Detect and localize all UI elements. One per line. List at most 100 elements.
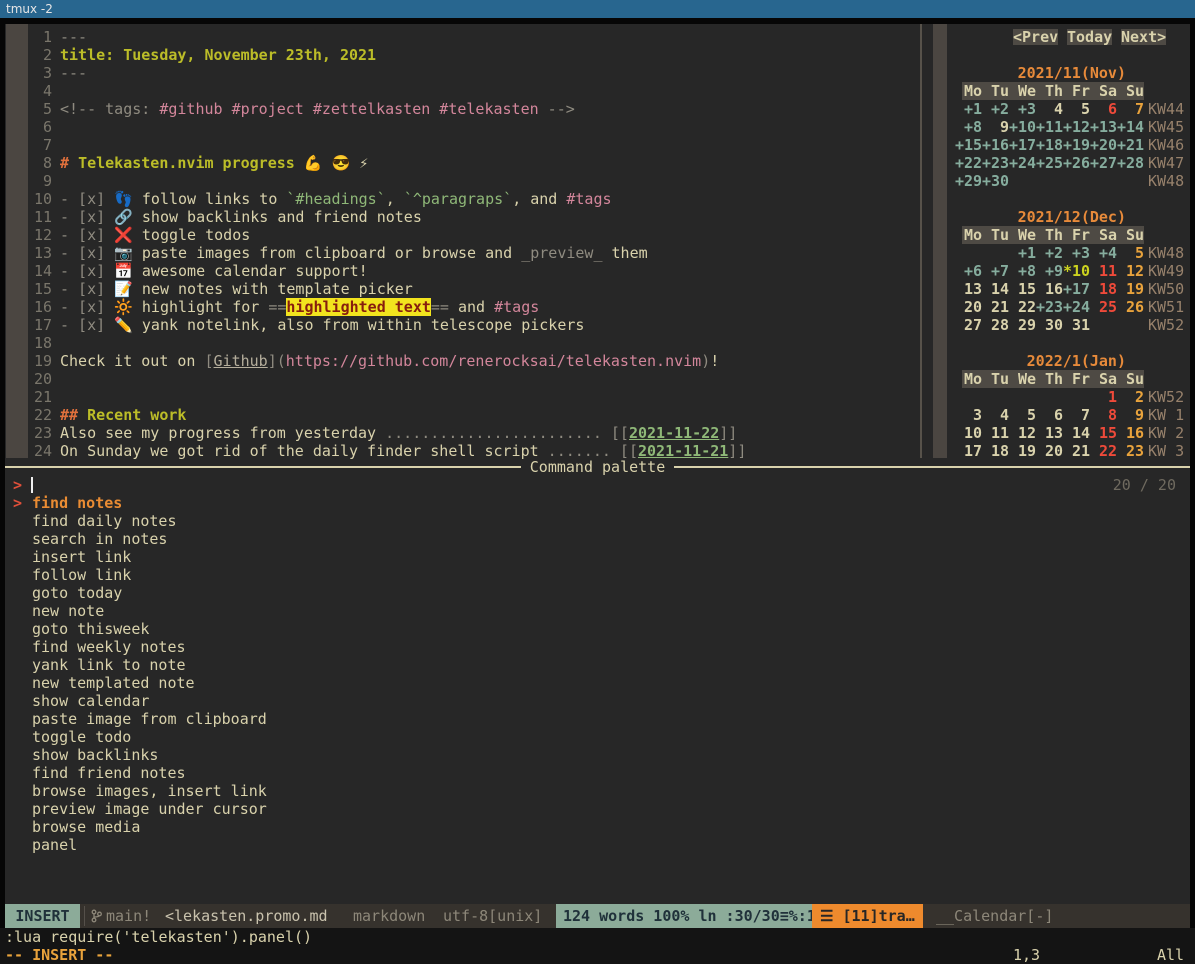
- calendar-day[interactable]: 12: [1009, 424, 1036, 442]
- calendar-day[interactable]: +3: [1063, 244, 1090, 262]
- calendar-day[interactable]: 26: [1117, 298, 1144, 316]
- git-branch[interactable]: main!: [91, 904, 151, 928]
- editor-pane[interactable]: 1---2title: Tuesday, November 23th, 2021…: [5, 28, 920, 460]
- editor-line[interactable]: 17- [x] ✏️ yank notelink, also from with…: [5, 316, 920, 334]
- editor-line[interactable]: 16- [x] 🔆 highlight for ==highlighted te…: [5, 298, 920, 316]
- calendar-day[interactable]: +17: [1009, 136, 1036, 154]
- calendar-day[interactable]: 18: [1090, 280, 1117, 298]
- calendar-day[interactable]: 31: [1063, 316, 1090, 334]
- editor-line[interactable]: 4: [5, 82, 920, 100]
- calendar-next-button[interactable]: Next>: [1121, 29, 1166, 45]
- calendar-day[interactable]: +1: [1009, 244, 1036, 262]
- palette-item[interactable]: preview image under cursor: [5, 800, 1190, 818]
- editor-line[interactable]: 1---: [5, 28, 920, 46]
- editor-line[interactable]: 7: [5, 136, 920, 154]
- editor-line[interactable]: 10- [x] 👣 follow links to `#headings`, `…: [5, 190, 920, 208]
- palette-item[interactable]: browse images, insert link: [5, 782, 1190, 800]
- editor-line[interactable]: 12- [x] ❌ toggle todos: [5, 226, 920, 244]
- calendar-day[interactable]: 30: [1036, 316, 1063, 334]
- calendar-day[interactable]: 14: [1063, 424, 1090, 442]
- calendar-day[interactable]: 4: [1036, 100, 1063, 118]
- calendar-day[interactable]: +29: [955, 172, 982, 190]
- calendar-day[interactable]: +24: [1063, 298, 1090, 316]
- editor-line[interactable]: 3---: [5, 64, 920, 82]
- calendar-day[interactable]: 15: [1009, 280, 1036, 298]
- editor-line[interactable]: 15- [x] 📝 new notes with template picker: [5, 280, 920, 298]
- editor-line[interactable]: 22## Recent work: [5, 406, 920, 424]
- calendar-day[interactable]: 27: [955, 316, 982, 334]
- palette-item[interactable]: show backlinks: [5, 746, 1190, 764]
- calendar-day[interactable]: 11: [1090, 262, 1117, 280]
- calendar-day[interactable]: 5: [1063, 100, 1090, 118]
- calendar-day[interactable]: 19: [1117, 280, 1144, 298]
- calendar-day[interactable]: +13: [1090, 118, 1117, 136]
- note-link[interactable]: https://github.com/renerocksai/telekaste…: [286, 352, 701, 370]
- calendar-day[interactable]: +20: [1090, 136, 1117, 154]
- palette-item[interactable]: find friend notes: [5, 764, 1190, 782]
- editor-line[interactable]: 2title: Tuesday, November 23th, 2021: [5, 46, 920, 64]
- calendar-day[interactable]: 16: [1117, 424, 1144, 442]
- calendar-day[interactable]: 11: [982, 424, 1009, 442]
- calendar-day[interactable]: +15: [955, 136, 982, 154]
- palette-item[interactable]: goto today: [5, 584, 1190, 602]
- calendar-day[interactable]: 7: [1117, 100, 1144, 118]
- calendar-day[interactable]: 13: [955, 280, 982, 298]
- palette-item[interactable]: new note: [5, 602, 1190, 620]
- calendar-day[interactable]: 10: [955, 424, 982, 442]
- calendar-day[interactable]: 13: [1036, 424, 1063, 442]
- tab-chip[interactable]: ☰ [11]tra…: [812, 904, 923, 928]
- calendar-day[interactable]: +14: [1117, 118, 1144, 136]
- window-separator[interactable]: [920, 24, 922, 458]
- calendar-day[interactable]: +12: [1063, 118, 1090, 136]
- note-link[interactable]: Github: [214, 352, 268, 370]
- calendar-day[interactable]: +8: [1009, 262, 1036, 280]
- calendar-day[interactable]: 28: [982, 316, 1009, 334]
- editor-line[interactable]: 13- [x] 📷 paste images from clipboard or…: [5, 244, 920, 262]
- palette-item[interactable]: insert link: [5, 548, 1190, 566]
- editor-line[interactable]: 11- [x] 🔗 show backlinks and friend note…: [5, 208, 920, 226]
- palette-item[interactable]: search in notes: [5, 530, 1190, 548]
- palette-item[interactable]: panel: [5, 836, 1190, 854]
- palette-item[interactable]: browse media: [5, 818, 1190, 836]
- calendar-day[interactable]: 9: [982, 118, 1009, 136]
- calendar-day[interactable]: 9: [1117, 406, 1144, 424]
- calendar-day[interactable]: +18: [1036, 136, 1063, 154]
- calendar-day[interactable]: 20: [955, 298, 982, 316]
- palette-item[interactable]: show calendar: [5, 692, 1190, 710]
- palette-item[interactable]: find weekly notes: [5, 638, 1190, 656]
- palette-item[interactable]: new templated note: [5, 674, 1190, 692]
- calendar-day[interactable]: +9: [1036, 262, 1063, 280]
- calendar-pane[interactable]: <Prev Today Next> 2021/11(Nov)MoTuWeThFr…: [950, 28, 1190, 460]
- calendar-day[interactable]: +7: [982, 262, 1009, 280]
- calendar-day[interactable]: +11: [1036, 118, 1063, 136]
- calendar-day[interactable]: +25: [1036, 154, 1063, 172]
- palette-item[interactable]: find daily notes: [5, 512, 1190, 530]
- editor-line[interactable]: 23Also see my progress from yesterday ..…: [5, 424, 920, 442]
- calendar-day[interactable]: +4: [1090, 244, 1117, 262]
- calendar-day[interactable]: +2: [1036, 244, 1063, 262]
- calendar-day[interactable]: +17: [1063, 280, 1090, 298]
- calendar-day[interactable]: +24: [1009, 154, 1036, 172]
- calendar-day[interactable]: +23: [1036, 298, 1063, 316]
- calendar-day[interactable]: +26: [1063, 154, 1090, 172]
- calendar-day[interactable]: +1: [955, 100, 982, 118]
- command-line[interactable]: :lua require('telekasten').panel(): [0, 928, 1195, 946]
- editor-line[interactable]: 6: [5, 118, 920, 136]
- calendar-day[interactable]: +10: [1009, 118, 1036, 136]
- calendar-day[interactable]: +27: [1090, 154, 1117, 172]
- editor-line[interactable]: 14- [x] 📅 awesome calendar support!: [5, 262, 920, 280]
- calendar-day[interactable]: 2: [1117, 388, 1144, 406]
- calendar-day[interactable]: 14: [982, 280, 1009, 298]
- editor-line[interactable]: 5<!-- tags: #github #project #zettelkast…: [5, 100, 920, 118]
- calendar-day[interactable]: 5: [1117, 244, 1144, 262]
- calendar-day[interactable]: 6: [1090, 100, 1117, 118]
- palette-item[interactable]: yank link to note: [5, 656, 1190, 674]
- calendar-day[interactable]: 8: [1090, 406, 1117, 424]
- calendar-day[interactable]: +6: [955, 262, 982, 280]
- palette-item[interactable]: goto thisweek: [5, 620, 1190, 638]
- calendar-day[interactable]: *10: [1063, 262, 1090, 280]
- calendar-day[interactable]: 12: [1117, 262, 1144, 280]
- calendar-day[interactable]: 29: [1009, 316, 1036, 334]
- calendar-day[interactable]: 1: [1090, 388, 1117, 406]
- calendar-day[interactable]: 25: [1090, 298, 1117, 316]
